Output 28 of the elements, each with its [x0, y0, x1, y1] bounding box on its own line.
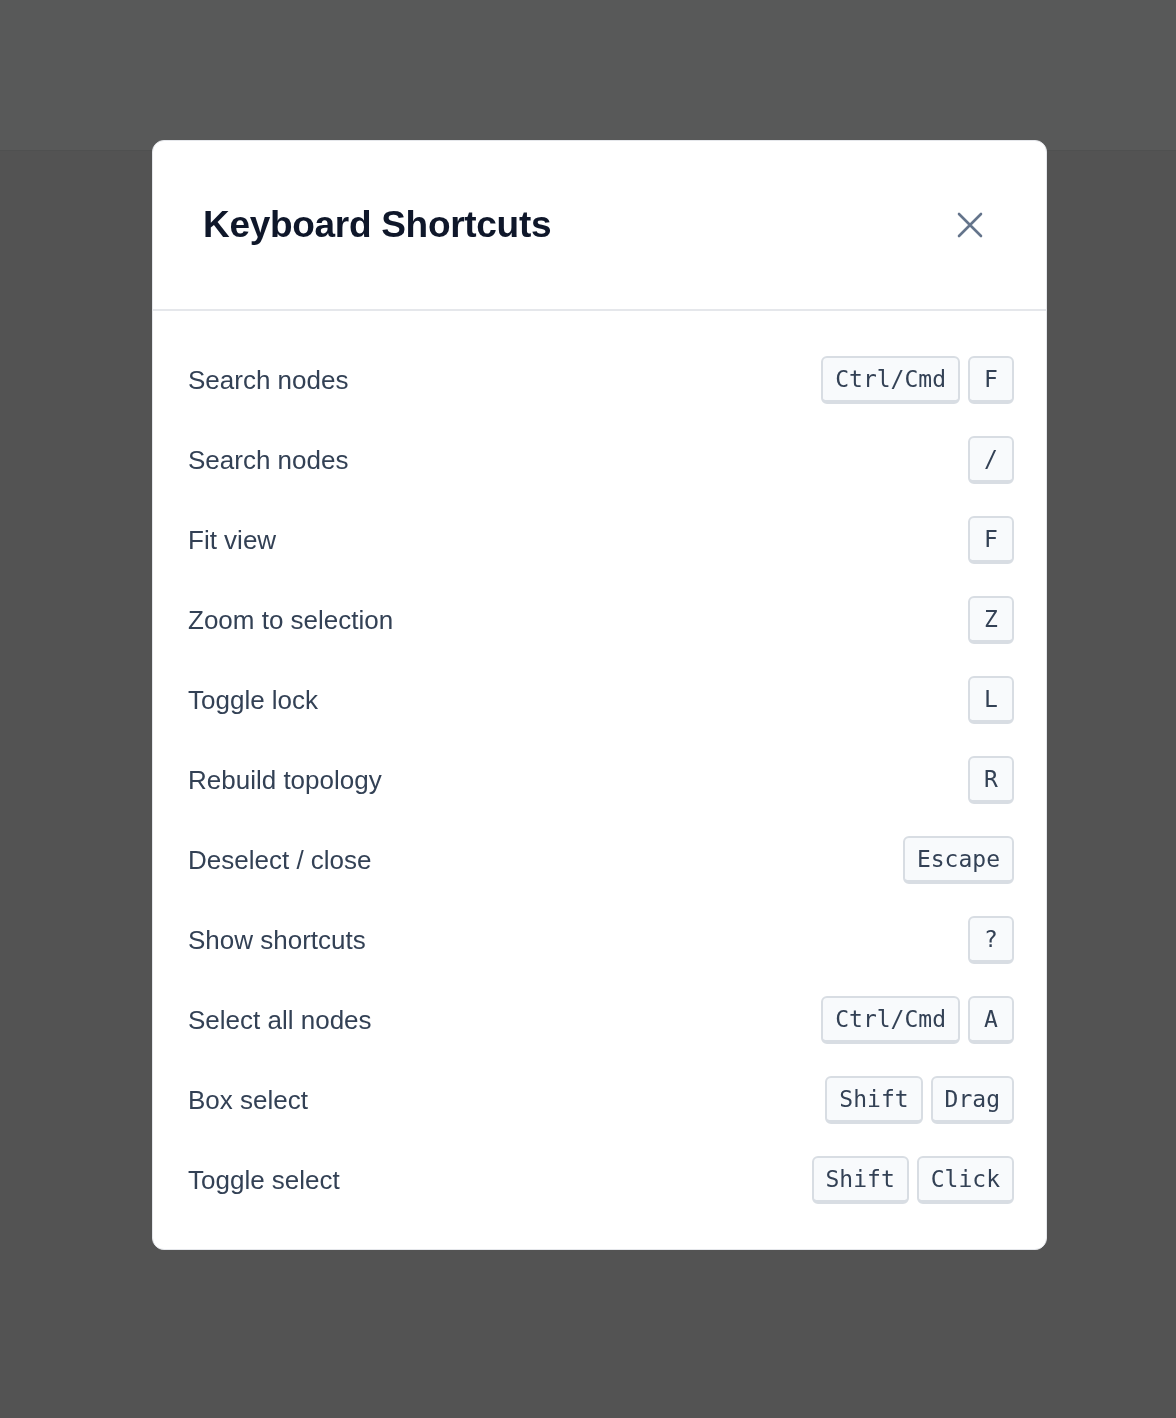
shortcut-label: Search nodes: [188, 444, 349, 476]
key-cap: A: [968, 996, 1014, 1044]
shortcut-label: Fit view: [188, 524, 277, 556]
dialog-title: Keyboard Shortcuts: [203, 204, 552, 246]
shortcut-label: Rebuild topology: [188, 764, 382, 796]
shortcut-label: Deselect / close: [188, 844, 372, 876]
shortcut-label: Toggle lock: [188, 684, 319, 716]
shortcut-label: Search nodes: [188, 364, 349, 396]
key-cap: F: [968, 356, 1014, 404]
key-cap: Drag: [930, 1076, 1014, 1124]
key-cap: Shift: [825, 1076, 923, 1124]
key-cap: L: [968, 676, 1014, 724]
shortcut-label: Zoom to selection: [188, 604, 394, 636]
key-cap: /: [968, 436, 1014, 484]
key-cap: Ctrl/Cmd: [821, 996, 960, 1044]
key-cap: F: [968, 516, 1014, 564]
shortcut-label: Box select: [188, 1084, 308, 1116]
key-cap: ?: [968, 916, 1014, 964]
shortcut-label: Toggle select: [188, 1164, 340, 1196]
key-cap: Z: [968, 596, 1014, 644]
shortcut-label: Show shortcuts: [188, 924, 366, 956]
close-icon: [956, 211, 984, 239]
key-cap: Click: [916, 1156, 1014, 1204]
key-cap: Escape: [902, 836, 1014, 884]
key-cap: Shift: [811, 1156, 909, 1204]
key-cap: R: [968, 756, 1014, 804]
key-cap: Ctrl/Cmd: [821, 356, 960, 404]
shortcut-label: Select all nodes: [188, 1004, 372, 1036]
